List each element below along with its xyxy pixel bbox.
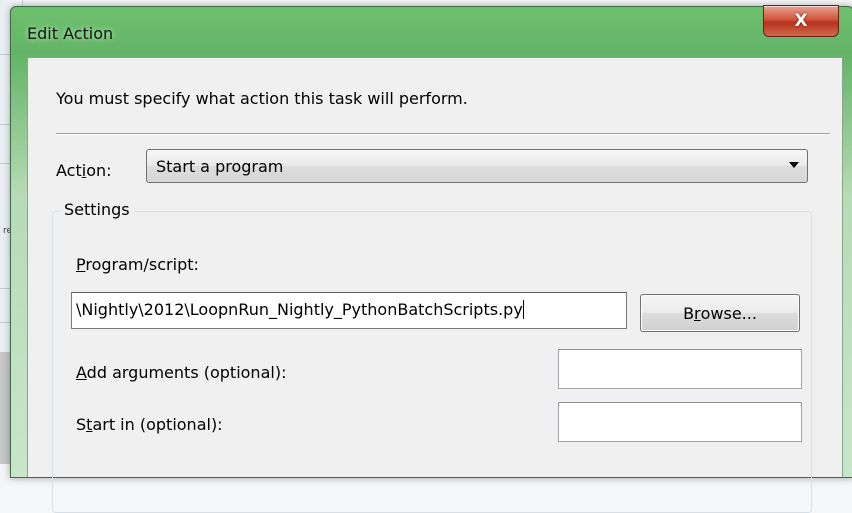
- close-button[interactable]: X: [763, 5, 839, 37]
- browse-button[interactable]: Br owse...: [640, 294, 800, 332]
- program-script-input[interactable]: \Nightly\2012\LoopnRun_Nightly_PythonBat…: [71, 292, 627, 329]
- text-caret: [522, 300, 524, 319]
- instruction-text: You must specify what action this task w…: [56, 89, 468, 108]
- arguments-label: Add arguments (optional):: [76, 363, 287, 382]
- title-bar[interactable]: Edit Action X: [11, 5, 852, 57]
- program-script-label: Program/script:: [76, 255, 199, 274]
- dialog-content: You must specify what action this task w…: [27, 57, 843, 513]
- action-label: Action:: [56, 161, 112, 180]
- close-icon: X: [794, 11, 808, 31]
- action-selected-value: Start a program: [156, 157, 284, 176]
- start-in-label: Start in (optional):: [76, 415, 223, 434]
- arguments-input[interactable]: [558, 349, 802, 389]
- edit-action-dialog: Edit Action X You must specify what acti…: [10, 5, 852, 513]
- separator: [56, 133, 830, 135]
- settings-group-title: Settings: [60, 200, 134, 219]
- start-in-input[interactable]: [558, 402, 802, 442]
- dialog-title: Edit Action: [27, 24, 114, 43]
- chevron-down-icon: [789, 162, 799, 168]
- action-dropdown[interactable]: Start a program: [146, 149, 808, 183]
